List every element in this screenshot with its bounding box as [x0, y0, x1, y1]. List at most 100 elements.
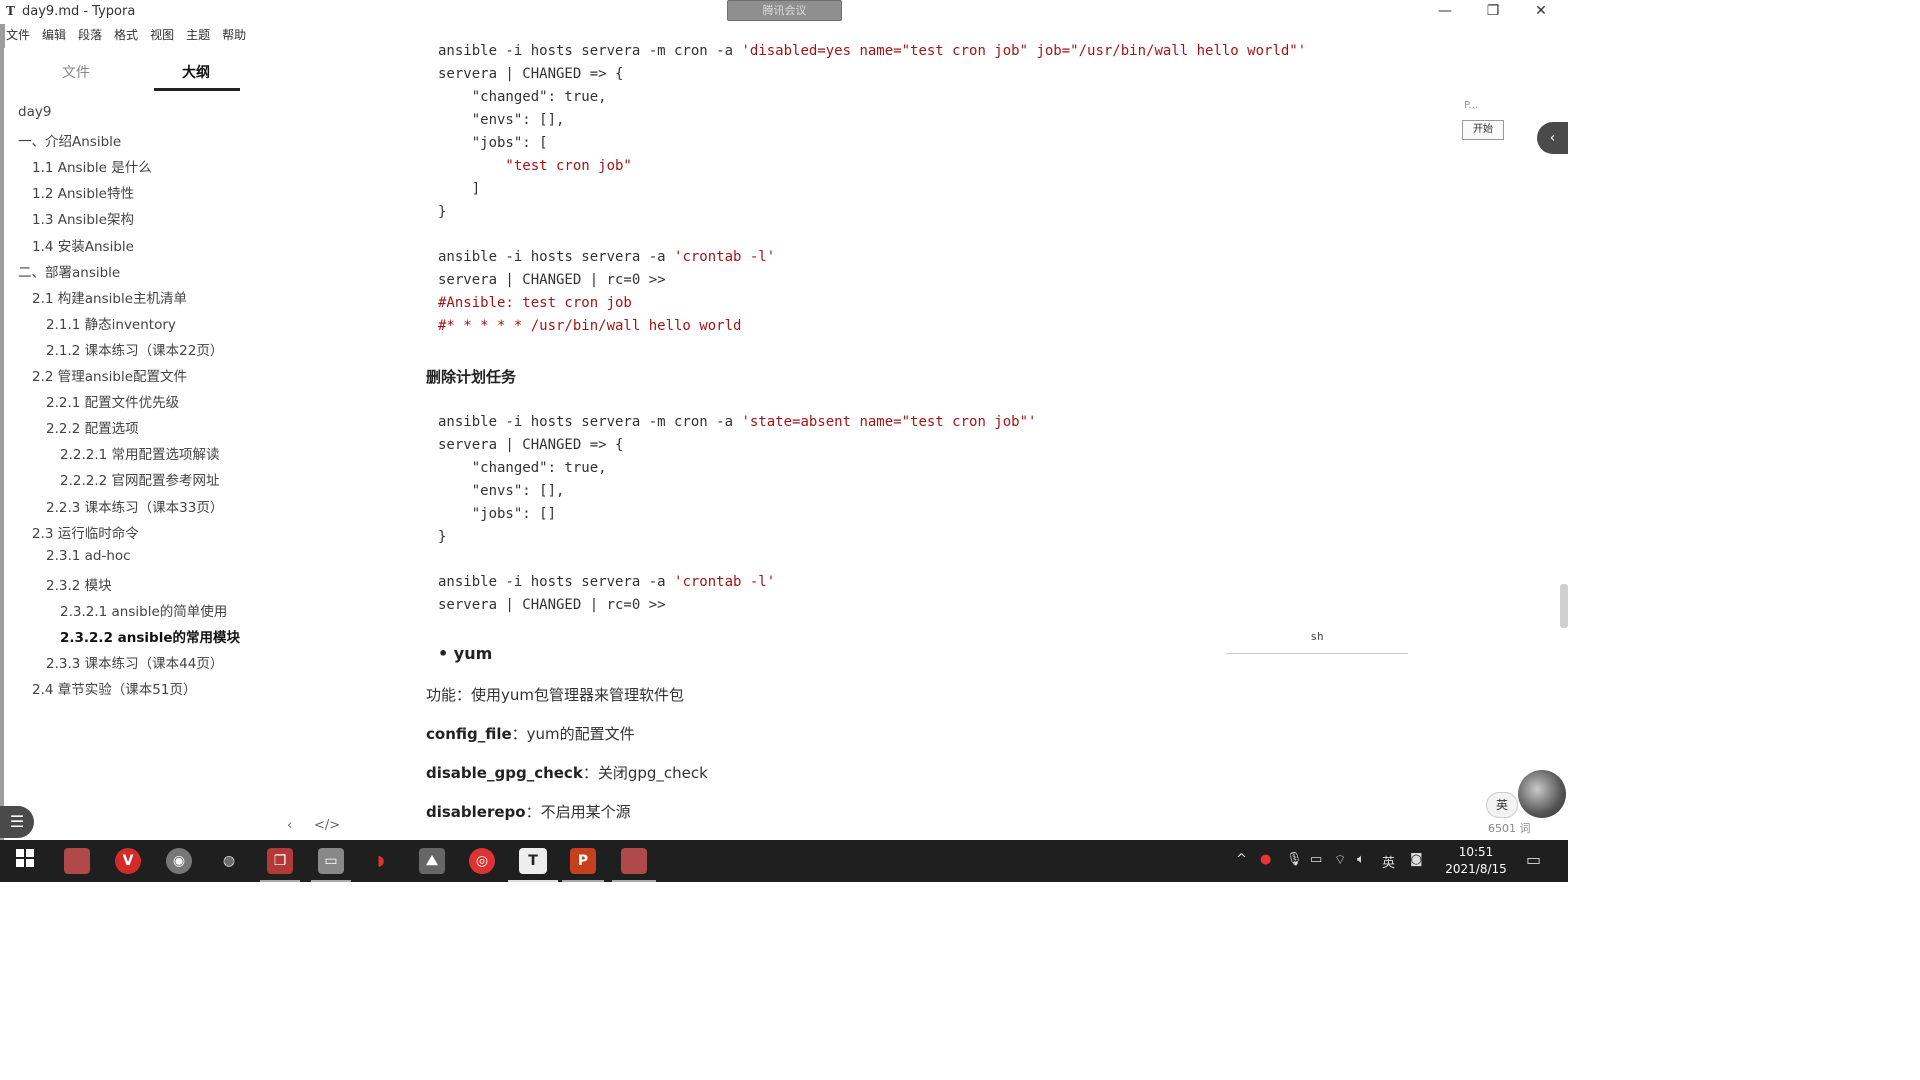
outline-item[interactable]: 2.3.3 课本练习（课本44页） [46, 652, 223, 672]
para-label: disablerepo [426, 803, 526, 821]
code-block-crontab-list[interactable]: ansible -i hosts servera -a 'crontab -l'… [438, 246, 775, 338]
para-disable-gpg: disable_gpg_check：关闭gpg_check [426, 762, 708, 783]
outline-item[interactable]: 1.2 Ansible特性 [32, 182, 134, 202]
para-label: config_file [426, 725, 512, 743]
app2-icon[interactable] [621, 848, 647, 874]
outline-item[interactable]: 2.3.2 模块 [46, 574, 112, 594]
active-indicator [311, 880, 351, 882]
code-line: "envs": [], [438, 483, 565, 499]
code-block-cron-add[interactable]: ansible -i hosts servera -m cron -a 'dis… [438, 40, 1306, 224]
outline-item[interactable]: 2.2.2.1 常用配置选项解读 [60, 443, 220, 463]
tab-files[interactable]: 文件 [62, 62, 90, 82]
outline-item[interactable]: 2.2.2 配置选项 [46, 417, 139, 437]
outline-item[interactable]: 2.2.1 配置文件优先级 [46, 391, 179, 411]
code-line: ] [438, 181, 481, 197]
photos-icon[interactable]: ⛰ [419, 848, 445, 874]
code-block-crontab-list-2[interactable]: ansible -i hosts servera -a 'crontab -l'… [438, 571, 775, 617]
sidebar: 文件 大纲 day9 一、介绍Ansible 1.1 Ansible 是什么 1.2 … [0, 48, 340, 840]
outline-item[interactable]: 2.3.2.1 ansible的简单使用 [60, 600, 227, 620]
active-indicator [612, 880, 656, 882]
code-command: ansible -i hosts servera -a [438, 249, 675, 265]
code-line: "envs": [], [438, 112, 565, 128]
tray-record-icon[interactable]: ● [1260, 852, 1271, 867]
start-icon[interactable] [12, 848, 38, 874]
code-language-input[interactable]: sh [1226, 630, 1408, 654]
outline-item[interactable]: 2.3.2.2 ansible的常用模块 [60, 626, 240, 646]
outline-item[interactable]: 二、部署ansible [18, 261, 120, 281]
app-icon[interactable] [64, 848, 90, 874]
menu-help[interactable]: 帮助 [216, 26, 252, 44]
active-indicator [508, 880, 558, 882]
remote-icon[interactable]: ❐ [267, 848, 293, 874]
restore-button[interactable]: ❐ [1470, 0, 1516, 24]
editor-content[interactable]: ansible -i hosts servera -m cron -a 'dis… [258, 24, 1558, 840]
close-button[interactable]: ✕ [1518, 0, 1564, 24]
outline-item[interactable]: 1.4 安装Ansible [32, 235, 134, 255]
outline-toggle-icon[interactable]: ☰ [0, 806, 34, 838]
explorer-icon[interactable]: ▭ [318, 848, 344, 874]
code-line: "changed": true, [438, 460, 607, 476]
outline-item[interactable]: 1.1 Ansible 是什么 [32, 156, 152, 176]
outline-item[interactable]: 2.4 章节实验（课本51页） [32, 678, 196, 698]
menu-paragraph[interactable]: 段落 [72, 26, 108, 44]
menu-theme[interactable]: 主题 [180, 26, 216, 44]
active-indicator [260, 880, 300, 882]
clock[interactable]: 10:51 2021/8/15 [1440, 844, 1512, 878]
typora-icon[interactable]: T [519, 848, 547, 874]
clock-date: 2021/8/15 [1445, 862, 1507, 876]
menu-view[interactable]: 视图 [144, 26, 180, 44]
tray-wifi-icon[interactable]: ⌔ [1334, 852, 1346, 868]
menu-file[interactable]: 文件 [0, 26, 36, 44]
scrollbar[interactable] [1560, 584, 1568, 628]
vivaldi-icon[interactable]: V [115, 848, 141, 874]
outline-item[interactable]: 2.3.1 ad-hoc [46, 548, 131, 564]
outline-item[interactable]: day9 [18, 104, 51, 120]
para-text: ：yum的配置文件 [511, 725, 635, 743]
menu-bar: 文件 编辑 段落 格式 视图 主题 帮助 [0, 26, 252, 44]
code-command: ansible -i hosts servera -m cron -a [438, 414, 742, 430]
code-comment: #Ansible: test cron job [438, 295, 632, 311]
outline-item[interactable]: 2.1 构建ansible主机清单 [32, 287, 187, 307]
collapse-arrow-icon[interactable]: ‹ [1537, 122, 1568, 154]
outline-item[interactable]: 2.1.2 课本练习（课本22页） [46, 339, 223, 359]
outline-item[interactable]: 一、介绍Ansible [18, 130, 121, 150]
tray-battery-icon[interactable]: ▭ [1310, 852, 1322, 867]
sidebar-tabs: 文件 大纲 [4, 48, 258, 92]
para-disablerepo: disablerepo：不启用某个源 [426, 801, 631, 822]
outline-item[interactable]: 2.2.2.2 官网配置参考网址 [60, 469, 220, 489]
code-block-cron-delete[interactable]: ansible -i hosts servera -m cron -a 'sta… [438, 411, 1036, 549]
notification-icon[interactable]: ▭ [1526, 850, 1541, 869]
netease-music-icon[interactable]: ◎ [469, 848, 495, 874]
wechat-icon[interactable]: ◍ [216, 848, 242, 874]
powerpoint-icon[interactable]: P [570, 848, 596, 874]
code-command: ansible -i hosts servera -a [438, 574, 675, 590]
para-text: 使用yum包管理器来管理软件包 [471, 686, 685, 704]
heading-delete-cron: 删除计划任务 [426, 368, 517, 386]
outline-item[interactable]: 2.1.1 静态inventory [46, 313, 176, 333]
minimize-button[interactable]: — [1422, 0, 1468, 24]
avatar[interactable] [1518, 770, 1566, 818]
tray-app-icon[interactable]: ◙ [1410, 852, 1423, 867]
code-line: } [438, 204, 447, 220]
outline-item[interactable]: 2.3 运行临时命令 [32, 522, 139, 542]
tray-ime-indicator[interactable]: 英 [1382, 852, 1395, 871]
menu-format[interactable]: 格式 [108, 26, 144, 44]
code-comment: #* * * * * /usr/bin/wall hello world [438, 318, 742, 334]
netease-icon[interactable]: ◗ [368, 848, 394, 874]
chrome-icon[interactable]: ◉ [166, 848, 192, 874]
tab-outline[interactable]: 大纲 [182, 62, 210, 82]
code-line: servera | CHANGED | rc=0 >> [438, 272, 666, 288]
tray-mic-icon[interactable]: 🎙︎ [1286, 852, 1303, 867]
ppt-start-button[interactable]: 开始 [1462, 120, 1504, 140]
ime-indicator[interactable]: 英 [1486, 792, 1518, 818]
outline-item[interactable]: 2.2 管理ansible配置文件 [32, 365, 187, 385]
outline-item[interactable]: 2.2.3 课本练习（课本33页） [46, 496, 223, 516]
tencent-meeting-bar[interactable]: 腾讯会议 [727, 0, 842, 21]
word-count[interactable]: 6501 词 [1488, 820, 1531, 836]
tray-chevron-up-icon[interactable]: ^ [1236, 852, 1247, 867]
code-arg: 'crontab -l' [674, 574, 776, 590]
outline-item[interactable]: 1.3 Ansible架构 [32, 208, 134, 228]
tray-volume-icon[interactable]: 🔈︎ [1357, 852, 1365, 867]
para-config-file: config_file：yum的配置文件 [426, 723, 635, 744]
menu-edit[interactable]: 编辑 [36, 26, 72, 44]
